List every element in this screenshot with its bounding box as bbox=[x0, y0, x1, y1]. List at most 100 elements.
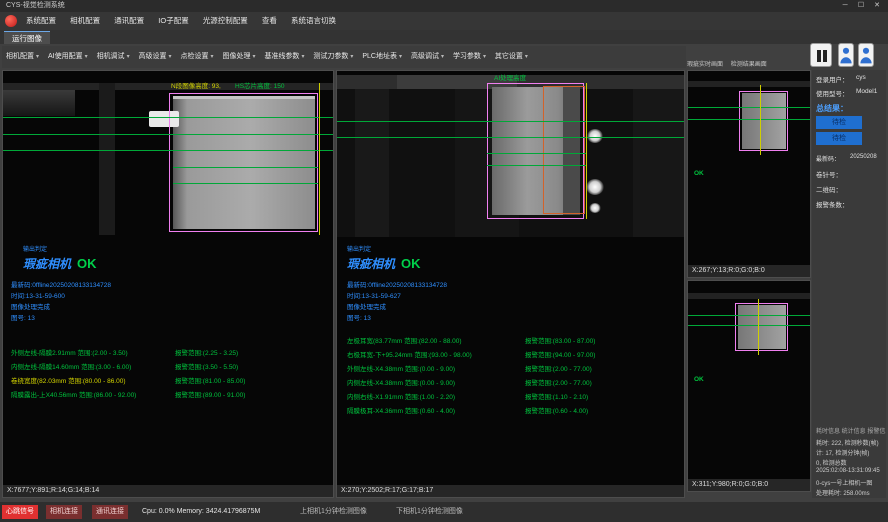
menu-item-comm-config[interactable]: 通讯配置 bbox=[114, 12, 144, 30]
toolbar-label: 相机调试 bbox=[97, 53, 125, 60]
coords-text: X:311;Y:980;R:0;G:0;B:0 bbox=[692, 481, 768, 488]
toolbar-label: 其它设置 bbox=[495, 53, 523, 60]
measure-line-green bbox=[487, 153, 587, 154]
camera-name: 瑕疵相机 bbox=[23, 257, 71, 271]
roi-outline-orange bbox=[543, 86, 585, 214]
stats-header: 耗时信息 统计信息 报警信息 bbox=[816, 426, 886, 435]
info-sidebar: 登录用户： cys 使用型号： Model1 总结果： 待检 待检 最新码： 2… bbox=[812, 70, 886, 498]
roi-outline-pink bbox=[739, 91, 788, 151]
pixel-coords-readout: X:267;Y:13;R:0;G:0;B:0 bbox=[688, 265, 810, 277]
latest-code-value: 20250208 bbox=[850, 154, 877, 160]
measurement-value: 卷绕宽度(82.03mm 范围:(80.00 - 86.00) bbox=[11, 379, 126, 386]
measurement-alarm: 报警范围:(2.25 - 3.25) bbox=[175, 351, 238, 358]
judge-label: 输出判定 bbox=[347, 247, 371, 253]
toolbar-item-spot-check[interactable]: 点检设置▾ bbox=[181, 46, 214, 68]
machine-structure bbox=[688, 293, 810, 299]
status-ok: OK bbox=[694, 171, 704, 178]
toolbar-item-baseline-params[interactable]: 基准线参数▾ bbox=[264, 46, 304, 68]
run-control-box bbox=[810, 42, 886, 68]
status-bar: 心跳信号 相机连接 通讯连接 Cpu: 0.0% Memory: 3424.41… bbox=[0, 502, 888, 522]
menu-item-camera-config[interactable]: 相机配置 bbox=[70, 12, 100, 30]
coords-text: X:7677;Y:891;R:14;G:14;B:14 bbox=[7, 487, 99, 494]
maximize-button[interactable]: ☐ bbox=[854, 0, 868, 12]
minimize-button[interactable]: ─ bbox=[838, 0, 852, 12]
measurement-alarm: 报警范围:(0.60 - 4.00) bbox=[525, 409, 588, 416]
toolbar-label: 高级设置 bbox=[139, 53, 167, 60]
login-user-label: 登录用户： bbox=[816, 74, 849, 84]
toolbar-item-other-settings[interactable]: 其它设置▾ bbox=[495, 46, 528, 68]
operator-button-1[interactable] bbox=[838, 43, 854, 67]
alarm-count-label: 报警条数： bbox=[816, 199, 849, 209]
overlay-height-text: N段图像高度: 93, bbox=[171, 84, 221, 91]
result-status-box: 待检 bbox=[816, 116, 862, 129]
highlight-blob bbox=[589, 203, 601, 213]
pause-button[interactable] bbox=[810, 43, 832, 67]
chevron-down-icon: ▾ bbox=[169, 54, 172, 60]
preview-view-bottom[interactable]: OK X:311;Y:980;R:0;G:0;B:0 bbox=[687, 280, 811, 492]
menu-item-io-config[interactable]: IO子配置 bbox=[158, 12, 188, 30]
measure-line-green bbox=[3, 150, 333, 151]
chevron-down-icon: ▾ bbox=[211, 54, 214, 60]
window-controls: ─ ☐ ✕ bbox=[838, 0, 884, 12]
toolbar-item-advanced-settings[interactable]: 高级设置▾ bbox=[139, 46, 172, 68]
measurement-alarm: 报警范围:(3.50 - 5.50) bbox=[175, 365, 238, 372]
pause-icon bbox=[823, 50, 827, 62]
tab-run-image[interactable]: 运行图像 bbox=[4, 31, 50, 44]
roi-outline-pink bbox=[169, 93, 318, 232]
measurement-value: 内侧左线-隔膜14.60mm 范围:(3.00 - 6.00) bbox=[11, 365, 131, 372]
measure-line-green bbox=[337, 121, 684, 122]
toolbar-item-camera-debug[interactable]: 相机调试▾ bbox=[97, 46, 130, 68]
machine-structure bbox=[688, 81, 810, 87]
operator-button-2[interactable] bbox=[858, 43, 874, 67]
menu-item-view[interactable]: 查看 bbox=[262, 12, 277, 30]
toolbar-item-ai-config[interactable]: AI使用配置▾ bbox=[48, 46, 88, 68]
model-label: 使用型号： bbox=[816, 88, 849, 98]
measure-line-green bbox=[173, 167, 318, 168]
camera-view-left[interactable]: N段图像高度: 93, HS芯片高度: 150 输出判定 瑕疵相机OK 最新码:… bbox=[2, 70, 334, 498]
toolbar-label: 图像处理 bbox=[222, 53, 250, 60]
toolbar: 相机配置▾ AI使用配置▾ 相机调试▾ 高级设置▾ 点检设置▾ 图像处理▾ 基准… bbox=[2, 46, 686, 68]
measurement-value: 右极耳宽-下+95.24mm 范围:(93.00 - 98.00) bbox=[347, 353, 472, 360]
camera-view-right[interactable]: AI处理高度 输出判定 瑕疵相机OK 最新码:0ffline2025020813… bbox=[336, 70, 685, 498]
toolbar-item-advanced-debug[interactable]: 高级调试▾ bbox=[411, 46, 444, 68]
stats-line: 处理耗时: 258.00ms bbox=[816, 488, 870, 497]
toolbar-label: 学习参数 bbox=[453, 53, 481, 60]
chevron-down-icon: ▾ bbox=[441, 54, 444, 60]
menu-item-language[interactable]: 系统语言切换 bbox=[291, 12, 336, 30]
roi-outline-pink bbox=[735, 303, 788, 351]
toolbar-item-plc-address[interactable]: PLC地址表▾ bbox=[362, 46, 402, 68]
info-processing-done: 图像处理完成 bbox=[347, 305, 386, 312]
toolbar-label: AI使用配置 bbox=[48, 53, 83, 60]
preview-tab-result[interactable]: 检测结果画面 bbox=[731, 62, 767, 68]
status-ok: OK bbox=[401, 256, 421, 271]
close-button[interactable]: ✕ bbox=[870, 0, 884, 12]
chevron-down-icon: ▾ bbox=[127, 54, 130, 60]
stats-line: 计: 17, 检测分钟(帧) bbox=[816, 448, 869, 457]
preview-view-top[interactable]: OK X:267;Y:13;R:0;G:0;B:0 bbox=[687, 70, 811, 278]
status-ok: OK bbox=[694, 377, 704, 384]
toolbar-item-learning-params[interactable]: 学习参数▾ bbox=[453, 46, 486, 68]
toolbar-item-test-knife-params[interactable]: 测试刀参数▾ bbox=[313, 46, 353, 68]
menu-item-light-config[interactable]: 光源控制配置 bbox=[203, 12, 248, 30]
comm-connection-indicator: 通讯连接 bbox=[92, 505, 128, 519]
machine-structure bbox=[633, 89, 684, 237]
toolbar-item-image-processing[interactable]: 图像处理▾ bbox=[222, 46, 255, 68]
measurement-alarm: 报警范围:(89.00 - 91.00) bbox=[175, 393, 245, 400]
pin-number-label: 卷针号： bbox=[816, 169, 842, 179]
measure-line-green bbox=[173, 183, 318, 184]
measure-line-green bbox=[3, 117, 333, 118]
status-ok: OK bbox=[77, 256, 97, 271]
menu-item-system-config[interactable]: 系统配置 bbox=[26, 12, 56, 30]
toolbar-label: 相机配置 bbox=[6, 53, 34, 60]
tab-strip: 运行图像 bbox=[0, 30, 888, 44]
toolbar-item-camera-config[interactable]: 相机配置▾ bbox=[6, 46, 39, 68]
coords-text: X:267;Y:13;R:0;G:0;B:0 bbox=[692, 267, 765, 274]
measure-line-green bbox=[688, 315, 810, 316]
overlay-height-text: HS芯片高度: 150 bbox=[235, 84, 285, 91]
window-title: CYS-视觉检测系统 bbox=[6, 2, 65, 9]
camera-name: 瑕疵相机 bbox=[347, 257, 395, 271]
preview-tab-live[interactable]: 瑕疵实时画面 bbox=[687, 62, 723, 68]
preview-tab-strip: 瑕疵实时画面 检测结果画面 bbox=[687, 59, 811, 69]
camera-connection-indicator: 相机连接 bbox=[46, 505, 82, 519]
chevron-down-icon: ▾ bbox=[252, 54, 255, 60]
